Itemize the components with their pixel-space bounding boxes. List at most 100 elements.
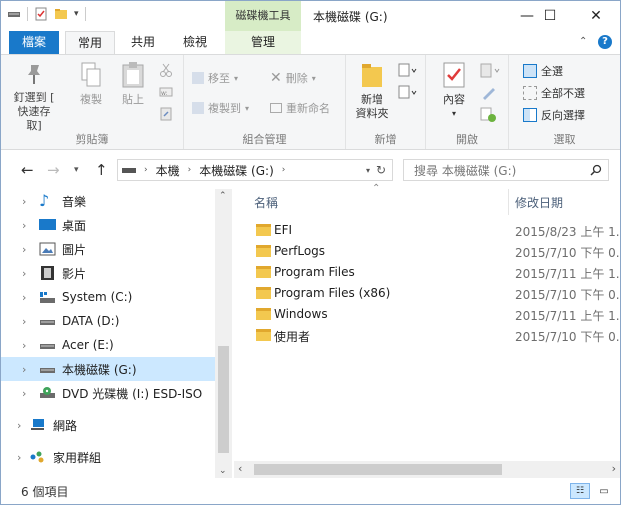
scroll-down-icon[interactable]: ⌄: [219, 466, 227, 476]
file-name: Program Files: [274, 265, 355, 279]
new-item-icon[interactable]: [398, 63, 418, 79]
column-separator[interactable]: [508, 189, 509, 215]
nav-item-dvd-i[interactable]: › DVD 光碟機 (I:) ESD-ISO: [1, 381, 215, 405]
nav-item-desktop[interactable]: › 桌面: [1, 213, 215, 237]
scroll-left-icon[interactable]: ‹: [238, 462, 242, 475]
scroll-up-icon[interactable]: ⌃: [219, 191, 227, 201]
tab-manage[interactable]: 管理: [225, 31, 301, 55]
tab-home[interactable]: 常用: [65, 31, 115, 55]
breadcrumb-drive-g[interactable]: 本機磁碟 (G:): [199, 162, 274, 179]
file-name: Program Files (x86): [274, 286, 391, 300]
expand-chevron-icon[interactable]: ›: [22, 267, 26, 280]
back-button[interactable]: ←: [21, 161, 34, 179]
up-button[interactable]: ↑: [95, 161, 108, 179]
large-icons-view-icon[interactable]: ▭: [594, 483, 614, 499]
cut-icon[interactable]: [159, 63, 173, 77]
file-row[interactable]: Program Files 2015/7/11 上午 1...: [234, 262, 620, 283]
nav-item-system-c[interactable]: › System (C:): [1, 285, 215, 309]
item-count: 6 個項目: [21, 484, 69, 499]
drive-icon: [122, 168, 136, 173]
nav-item-local-disk-g[interactable]: › 本機磁碟 (G:): [1, 357, 215, 381]
properties-button[interactable]: 內容 ▾: [434, 61, 474, 121]
nav-item-music[interactable]: › ♪ 音樂: [1, 189, 215, 213]
address-bar[interactable]: › 本機 › 本機磁碟 (G:) › ▾ ↻: [117, 159, 393, 181]
pin-label: 釘選到 [: [13, 91, 55, 104]
new-folder-button[interactable]: 新增 資料夾: [352, 61, 392, 121]
scroll-thumb[interactable]: [218, 346, 229, 453]
navigation-scrollbar[interactable]: ⌃ ⌄: [215, 189, 232, 478]
maximize-button[interactable]: ☐: [527, 1, 573, 31]
breadcrumb-this-pc[interactable]: 本機: [156, 162, 180, 179]
scroll-thumb[interactable]: [254, 464, 502, 475]
open-icon[interactable]: [480, 63, 502, 79]
expand-chevron-icon[interactable]: ›: [22, 363, 26, 376]
copy-to-button[interactable]: 複製到 ▾: [192, 98, 249, 118]
expand-chevron-icon[interactable]: ›: [22, 315, 26, 328]
edit-icon[interactable]: [480, 85, 498, 101]
expand-chevron-icon[interactable]: ›: [22, 243, 26, 256]
nav-item-acer-e[interactable]: › Acer (E:): [1, 333, 215, 357]
pin-quick-access-button[interactable]: 釘選到 [ 快速存取]: [11, 61, 57, 133]
expand-chevron-icon[interactable]: ›: [22, 291, 26, 304]
expand-chevron-icon[interactable]: ›: [22, 387, 26, 400]
file-date: 2015/7/10 下午 0...: [515, 288, 619, 302]
nav-item-homegroup[interactable]: › 家用群組: [0, 445, 210, 469]
tab-share[interactable]: 共用: [121, 31, 165, 55]
desktop-icon: [39, 219, 56, 230]
properties-icon: [443, 62, 465, 88]
properties-check-icon[interactable]: [34, 7, 48, 21]
column-header-name[interactable]: 名稱: [254, 189, 278, 215]
qat-customize-icon[interactable]: ▾: [74, 9, 79, 19]
scroll-right-icon[interactable]: ›: [612, 462, 616, 475]
nav-item-label: System (C:): [62, 290, 133, 304]
paste-shortcut-icon[interactable]: [159, 107, 173, 121]
history-icon[interactable]: [480, 107, 498, 123]
nav-item-network[interactable]: › 網路: [0, 413, 210, 437]
file-row[interactable]: Program Files (x86) 2015/7/10 下午 0...: [234, 283, 620, 304]
close-button[interactable]: ✕: [573, 1, 619, 31]
nav-item-label: DVD 光碟機 (I:) ESD-ISO: [62, 386, 203, 401]
file-row[interactable]: PerfLogs 2015/7/10 下午 0...: [234, 241, 620, 262]
drive-icon[interactable]: [7, 7, 21, 21]
paste-button[interactable]: 貼上: [115, 61, 151, 107]
recent-locations-icon[interactable]: ▾: [74, 165, 79, 175]
expand-chevron-icon[interactable]: ›: [22, 219, 26, 232]
copy-button[interactable]: 複製: [73, 61, 109, 107]
file-row[interactable]: Windows 2015/7/11 上午 1...: [234, 304, 620, 325]
move-to-label: 移至: [208, 72, 230, 85]
select-all-button[interactable]: 全選: [523, 61, 563, 81]
column-header-date[interactable]: 修改日期: [515, 189, 563, 215]
select-none-button[interactable]: 全部不選: [523, 83, 585, 103]
invert-selection-button[interactable]: 反向選擇: [523, 105, 585, 125]
nav-item-videos[interactable]: › 影片: [1, 261, 215, 285]
dvd-drive-icon: [40, 387, 55, 398]
tab-view[interactable]: 檢視: [173, 31, 217, 55]
tab-file[interactable]: 檔案: [9, 31, 59, 55]
new-folder-icon[interactable]: [54, 7, 68, 21]
expand-chevron-icon[interactable]: ›: [22, 339, 26, 352]
search-box[interactable]: 搜尋 本機磁碟 (G:): [403, 159, 609, 181]
refresh-icon[interactable]: ↻: [376, 163, 386, 177]
expand-chevron-icon[interactable]: ›: [17, 419, 21, 432]
details-view-icon[interactable]: ☷: [570, 483, 590, 499]
nav-item-data-d[interactable]: › DATA (D:): [1, 309, 215, 333]
help-icon[interactable]: ?: [598, 35, 612, 49]
clipboard-group: 釘選到 [ 快速存取] 複製 貼上 w: 剪貼簿: [1, 55, 184, 149]
copy-path-icon[interactable]: w:: [159, 85, 173, 99]
expand-chevron-icon[interactable]: ›: [17, 451, 21, 464]
select-all-label: 全選: [541, 65, 563, 78]
file-row[interactable]: 使用者 2015/7/10 下午 0...: [234, 325, 620, 346]
quick-access-toolbar: ▾: [7, 7, 86, 21]
ribbon-collapse-icon[interactable]: ⌃: [579, 36, 587, 47]
drive-tools-context-tab: 磁碟機工具: [225, 1, 301, 31]
rename-button[interactable]: 重新命名: [270, 98, 330, 118]
address-dropdown-icon[interactable]: ▾: [366, 166, 370, 175]
nav-item-pictures[interactable]: › 圖片: [1, 237, 215, 261]
horizontal-scrollbar[interactable]: ‹ ›: [234, 461, 620, 478]
move-to-button[interactable]: 移至 ▾: [192, 68, 238, 88]
forward-button[interactable]: →: [47, 161, 60, 179]
delete-button[interactable]: ✕ 刪除 ▾: [270, 68, 316, 88]
file-row[interactable]: EFI 2015/8/23 上午 1...: [234, 220, 620, 241]
easy-access-icon[interactable]: [398, 85, 418, 101]
expand-chevron-icon[interactable]: ›: [22, 195, 26, 208]
